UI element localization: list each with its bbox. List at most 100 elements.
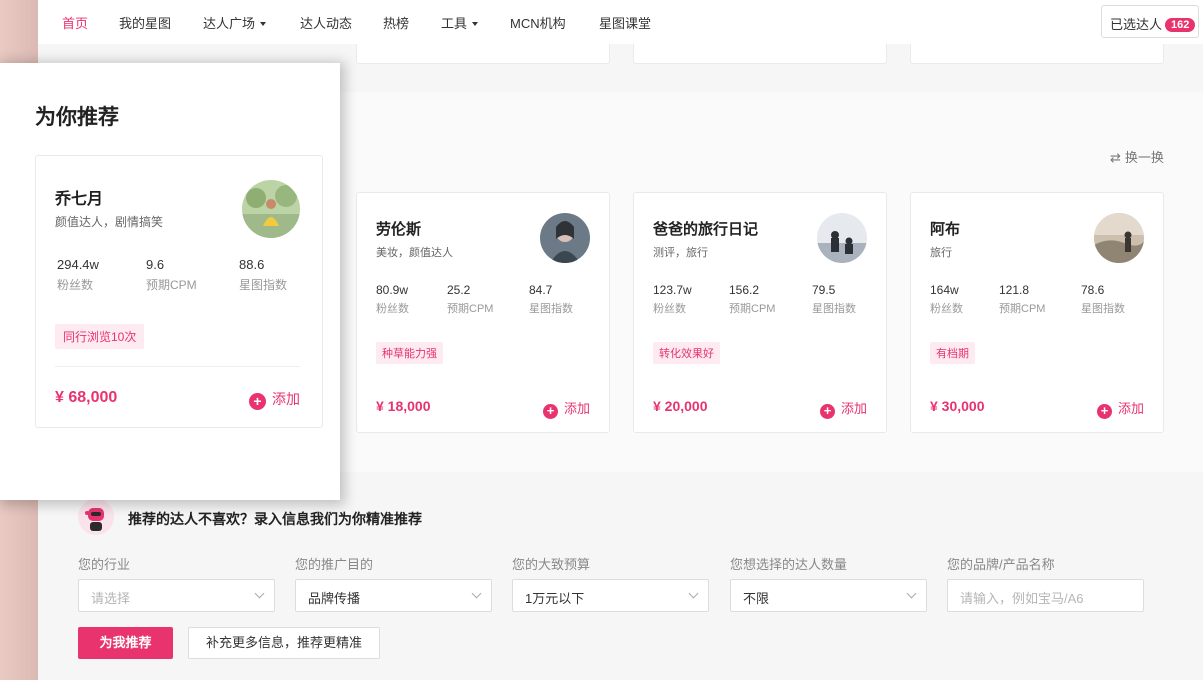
fans-value: 123.7w: [653, 283, 692, 297]
nav-tools[interactable]: 工具: [441, 13, 479, 32]
creator-card-featured[interactable]: 乔七月 颜值达人，剧情搞笑 294.4w 9.6 88.6 粉丝数 预期CPM …: [35, 155, 323, 428]
swap-button[interactable]: ⇄ 换一换: [1110, 147, 1164, 166]
index-value: 84.7: [529, 283, 553, 297]
add-more-info-button[interactable]: 补充更多信息，推荐更精准: [188, 627, 380, 659]
nav-creator-plaza[interactable]: 达人广场: [203, 13, 267, 32]
nav-mcn[interactable]: MCN机构: [510, 13, 566, 32]
card-remnant: [356, 44, 610, 64]
add-button[interactable]: + 添加: [542, 398, 590, 419]
robot-avatar-icon: [78, 499, 114, 535]
creator-badge: 种草能力强: [376, 342, 443, 364]
cpm-value: 9.6: [146, 257, 165, 272]
recommend-popout: 为你推荐 乔七月 颜值达人，剧情搞笑 294.4w 9.6 88.6 粉丝数 预…: [0, 63, 340, 500]
chevron-down-icon: [254, 588, 265, 599]
index-label: 星图指数: [239, 278, 288, 292]
nav-home[interactable]: 首页: [62, 13, 88, 32]
card-remnant: [633, 44, 887, 64]
cpm-value: 156.2: [729, 283, 760, 297]
nav-creator-news[interactable]: 达人动态: [300, 13, 352, 32]
creator-price: ¥ 68,000: [55, 389, 118, 406]
add-label: 添加: [563, 401, 590, 416]
index-value: 88.6: [239, 257, 265, 272]
add-label: 添加: [840, 401, 867, 416]
avatar[interactable]: [540, 213, 590, 263]
budget-label: 您的大致预算: [512, 557, 591, 572]
fans-value: 164w: [930, 283, 959, 297]
cpm-label: 预期CPM: [729, 303, 776, 315]
top-navigation: 首页 我的星图 达人广场 达人动态 热榜 工具 MCN机构 星图课堂 已选达人 1…: [38, 0, 1203, 44]
plus-icon: +: [542, 404, 558, 419]
purpose-value: 品牌传播: [308, 591, 361, 606]
creator-badge: 转化效果好: [653, 342, 720, 364]
creator-count-select[interactable]: 不限: [730, 579, 927, 612]
divider: [55, 366, 300, 367]
selected-count-badge: 162: [1165, 18, 1196, 32]
budget-value: 1万元以下: [525, 591, 585, 606]
selected-creators-button[interactable]: 已选达人 162: [1101, 5, 1199, 38]
creator-name: 劳伦斯: [376, 221, 422, 238]
creator-tags: 美妆，颜值达人: [376, 247, 453, 259]
brand-input[interactable]: 请输入，例如宝马/A6: [947, 579, 1144, 612]
creator-card[interactable]: 爸爸的旅行日记 测评，旅行 123.7w 156.2 79.5 粉丝数 预期CP…: [633, 192, 887, 433]
nav-tools-label: 工具: [441, 16, 468, 31]
creator-card[interactable]: 阿布 旅行 164w 121.8 78.6 粉丝数 预期CPM 星图指数 有档期…: [910, 192, 1164, 433]
cpm-label: 预期CPM: [447, 303, 494, 315]
cpm-label: 预期CPM: [146, 278, 197, 292]
recommend-title: 为你推荐: [35, 106, 119, 129]
creator-tags: 测评，旅行: [653, 247, 708, 259]
swap-icon: ⇄: [1110, 150, 1121, 165]
purpose-label: 您的推广目的: [295, 557, 374, 572]
add-button[interactable]: + 添加: [819, 398, 867, 419]
plus-icon: +: [249, 393, 266, 410]
creator-price: ¥ 30,000: [930, 398, 985, 414]
fans-value: 294.4w: [57, 257, 99, 272]
nav-classroom[interactable]: 星图课堂: [599, 13, 651, 32]
nav-my-xingtu[interactable]: 我的星图: [119, 13, 171, 32]
creator-count-value: 不限: [743, 591, 770, 606]
index-label: 星图指数: [529, 303, 573, 315]
add-button[interactable]: + 添加: [249, 389, 300, 410]
cpm-label: 预期CPM: [999, 303, 1046, 315]
index-label: 星图指数: [812, 303, 856, 315]
avatar[interactable]: [242, 180, 300, 238]
index-value: 78.6: [1081, 283, 1105, 297]
fans-value: 80.9w: [376, 283, 409, 297]
creator-card[interactable]: 劳伦斯 美妆，颜值达人 80.9w 25.2 84.7 粉丝数 预期CPM 星图…: [356, 192, 610, 433]
nav-hot-list[interactable]: 热榜: [383, 13, 409, 32]
avatar[interactable]: [1094, 213, 1144, 263]
index-value: 79.5: [812, 283, 836, 297]
plus-icon: +: [1096, 404, 1112, 419]
recommend-hint: 推荐的达人不喜欢？录入信息我们为你精准推荐: [128, 511, 422, 527]
creator-price: ¥ 18,000: [376, 398, 431, 414]
creator-name: 阿布: [930, 221, 961, 238]
chevron-down-icon: [260, 22, 267, 26]
fans-label: 粉丝数: [930, 303, 963, 315]
nav-creator-plaza-label: 达人广场: [203, 16, 256, 31]
cpm-value: 25.2: [447, 283, 471, 297]
creator-badge: 同行浏览10次: [55, 324, 145, 349]
purpose-select[interactable]: 品牌传播: [295, 579, 492, 612]
industry-placeholder: 请选择: [91, 591, 131, 606]
swap-label: 换一换: [1124, 150, 1164, 165]
fans-label: 粉丝数: [57, 278, 94, 292]
add-button[interactable]: + 添加: [1096, 398, 1144, 419]
industry-select[interactable]: 请选择: [78, 579, 275, 612]
fans-label: 粉丝数: [376, 303, 409, 315]
add-label: 添加: [1117, 401, 1144, 416]
chevron-down-icon: [471, 588, 482, 599]
creator-tags: 颜值达人，剧情搞笑: [55, 215, 164, 229]
card-remnant: [910, 44, 1164, 64]
recommend-me-button[interactable]: 为我推荐: [78, 627, 173, 659]
creator-count-label: 您想选择的达人数量: [730, 557, 848, 572]
brand-label: 您的品牌/产品名称: [947, 557, 1055, 572]
plus-icon: +: [819, 404, 835, 419]
chevron-down-icon: [472, 22, 479, 26]
budget-select[interactable]: 1万元以下: [512, 579, 709, 612]
avatar[interactable]: [817, 213, 867, 263]
selected-creators-label: 已选达人: [1110, 17, 1163, 32]
creator-tags: 旅行: [930, 247, 952, 259]
creator-badge: 有档期: [930, 342, 975, 364]
chevron-down-icon: [688, 588, 699, 599]
fans-label: 粉丝数: [653, 303, 686, 315]
creator-name: 爸爸的旅行日记: [653, 221, 759, 238]
